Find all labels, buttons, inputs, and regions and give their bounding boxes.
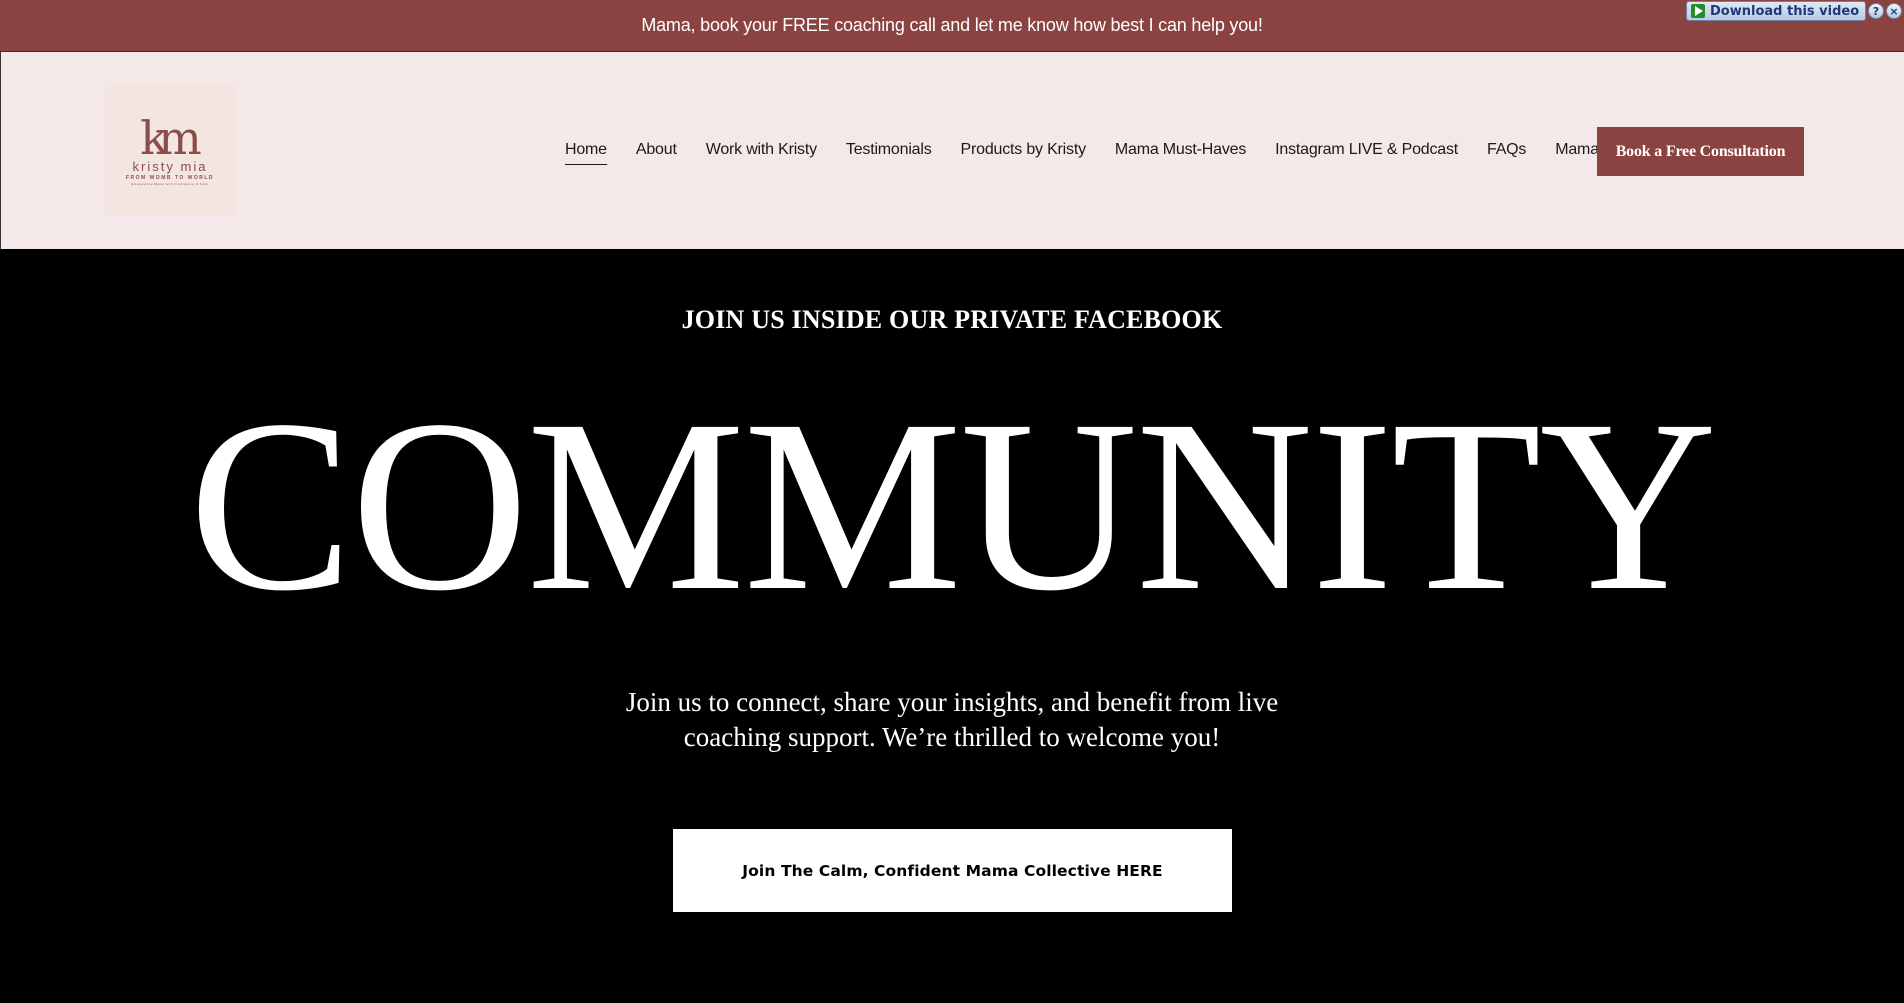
hero-description: Join us to connect, share your insights,… — [625, 687, 1279, 752]
nav-item-faqs[interactable]: FAQs — [1487, 141, 1526, 159]
nav-item-about[interactable]: About — [636, 141, 677, 159]
announcement-bar[interactable]: Mama, book your FREE coaching call and l… — [0, 0, 1904, 51]
download-video-label: Download this video — [1710, 3, 1860, 19]
nav-item-products-by-kristy[interactable]: Products by Kristy — [961, 141, 1087, 159]
site-logo[interactable]: km kristy mia FROM WOMB TO WORLD Empower… — [105, 86, 235, 216]
logo-name: kristy mia — [132, 158, 208, 174]
join-collective-button[interactable]: Join The Calm, Confident Mama Collective… — [673, 829, 1232, 912]
logo-subline: Empowering Moms with Confidence & Calm — [131, 181, 209, 186]
nav-item-testimonials[interactable]: Testimonials — [846, 141, 932, 159]
download-video-widget: Download this video ? × — [1686, 0, 1904, 22]
nav-item-mama-must-haves[interactable]: Mama Must-Haves — [1115, 141, 1246, 159]
logo-tagline: FROM WOMB TO WORLD — [125, 174, 214, 181]
download-video-button[interactable]: Download this video — [1686, 1, 1866, 21]
play-icon — [1691, 4, 1705, 18]
help-icon[interactable]: ? — [1868, 3, 1884, 19]
site-header: km kristy mia FROM WOMB TO WORLD Empower… — [0, 51, 1904, 249]
nav-item-instagram-live-podcast[interactable]: Instagram LIVE & Podcast — [1275, 141, 1458, 159]
logo-monogram: km — [140, 110, 201, 165]
book-consultation-button[interactable]: Book a Free Consultation — [1597, 127, 1804, 176]
announcement-text: Mama, book your FREE coaching call and l… — [641, 15, 1263, 35]
hero-section: JOIN US INSIDE OUR PRIVATE FACEBOOK COMM… — [0, 249, 1904, 1003]
nav-item-work-with-kristy[interactable]: Work with Kristy — [706, 141, 817, 159]
main-nav: Home About Work with Kristy Testimonials… — [565, 52, 1663, 248]
close-icon[interactable]: × — [1886, 3, 1902, 19]
hero-kicker: JOIN US INSIDE OUR PRIVATE FACEBOOK — [681, 305, 1223, 334]
nav-item-home[interactable]: Home — [565, 141, 607, 165]
hero-title: COMMUNITY — [188, 370, 1717, 642]
